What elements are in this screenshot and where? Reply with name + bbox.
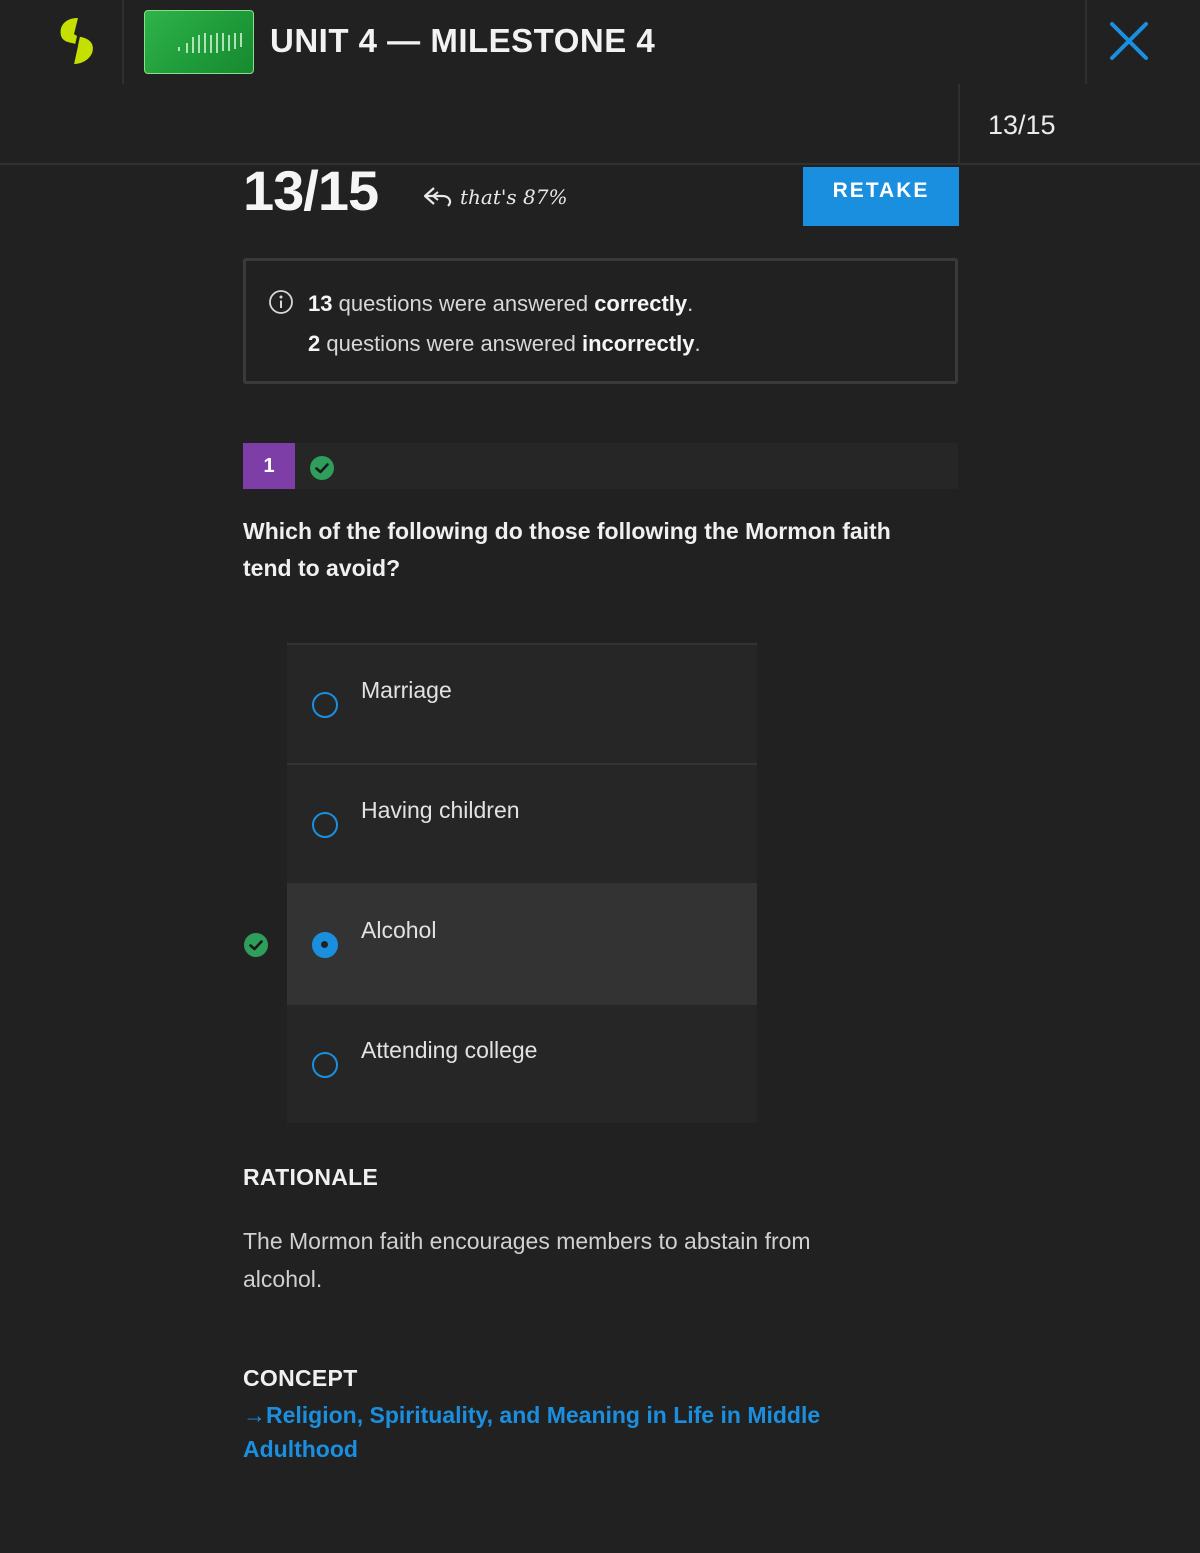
divider xyxy=(958,84,960,164)
option-label: Attending college xyxy=(361,1037,538,1063)
progress-counter: 13/15 xyxy=(988,110,1056,140)
answer-option[interactable]: Attending college xyxy=(287,1003,757,1123)
option-label: Having children xyxy=(361,797,520,823)
question-text: Which of the following do those followin… xyxy=(243,518,891,581)
percent-note-text: that's 87% xyxy=(460,185,568,209)
correct-summary: 13 questions were answered correctly. xyxy=(308,291,694,316)
answer-option[interactable]: Having children xyxy=(287,763,757,883)
check-circle-icon xyxy=(244,933,268,957)
top-bar: UNIT 4 — MILESTONE 4 xyxy=(0,0,1200,84)
answer-option-selected[interactable]: Alcohol xyxy=(287,883,757,1003)
check-circle-icon xyxy=(310,456,334,480)
answer-options: Marriage Having children Alcohol Attendi… xyxy=(287,643,757,1123)
concept-link-text: Religion, Spirituality, and Meaning in L… xyxy=(243,1402,821,1462)
divider xyxy=(1085,0,1087,84)
retake-button[interactable]: RETAKE xyxy=(803,167,959,226)
arrow-right-icon: → xyxy=(243,1402,266,1428)
score-display: 13/15 xyxy=(243,159,379,222)
answer-option[interactable]: Marriage xyxy=(287,643,757,763)
concept-heading: CONCEPT xyxy=(243,1365,358,1391)
incorrect-summary: 2 questions were answered incorrectly. xyxy=(308,331,701,356)
logo-icon[interactable] xyxy=(52,16,100,68)
rationale-heading: RATIONALE xyxy=(243,1164,379,1190)
rationale-text: The Mormon faith encourages members to a… xyxy=(243,1228,811,1292)
info-icon xyxy=(269,290,293,314)
option-label: Alcohol xyxy=(361,917,437,943)
divider xyxy=(122,0,124,84)
question-number[interactable]: 1 xyxy=(243,443,295,489)
divider xyxy=(0,163,1200,165)
radio-button[interactable] xyxy=(312,692,338,718)
unit-title: UNIT 4 — MILESTONE 4 xyxy=(270,22,656,59)
unit-thumbnail xyxy=(144,10,254,74)
results-summary: 13 questions were answered correctly. 2 … xyxy=(243,258,958,384)
radio-button[interactable] xyxy=(312,1052,338,1078)
concept-link[interactable]: →Religion, Spirituality, and Meaning in … xyxy=(243,1398,863,1466)
radio-button[interactable] xyxy=(312,812,338,838)
option-label: Marriage xyxy=(361,677,452,703)
percent-note: that's 87% xyxy=(422,184,567,210)
reply-arrow-icon xyxy=(423,187,452,207)
close-icon[interactable] xyxy=(1106,18,1152,64)
radio-button-selected[interactable] xyxy=(312,932,338,958)
question-header: 1 xyxy=(243,443,958,489)
